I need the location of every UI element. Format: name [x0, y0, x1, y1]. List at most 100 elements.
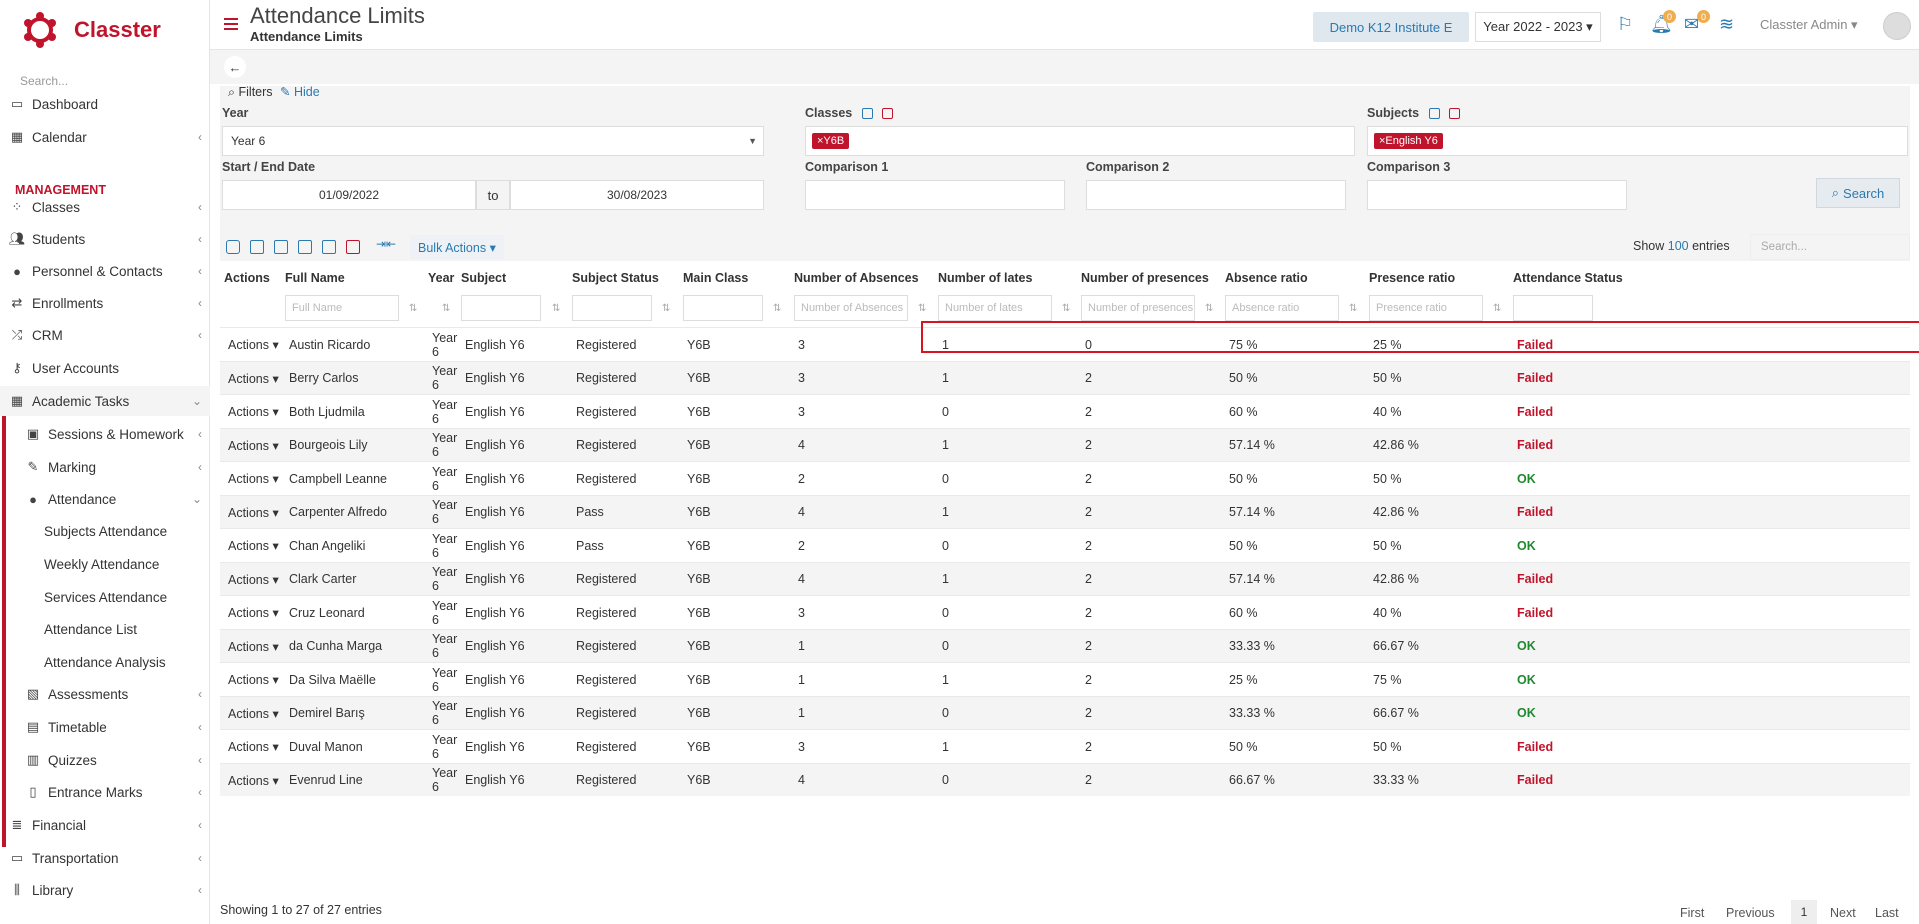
row-actions-dropdown[interactable]: Actions ▾ [228, 630, 279, 663]
comparison-2-input[interactable] [1086, 180, 1346, 210]
column-header-attendance-status[interactable]: Attendance Status [1513, 271, 1623, 285]
table-row[interactable]: Actions ▾ da Cunha Marga Year 6 English Y6 Re… [220, 628, 1910, 663]
year-selector[interactable]: Year 2022 - 2023 ▾ [1475, 12, 1601, 42]
sidebar-item-attendance-list[interactable]: Attendance List [0, 614, 210, 644]
row-actions-dropdown[interactable]: Actions ▾ [228, 429, 279, 462]
column-header-number-of-lates[interactable]: Number of lates [938, 271, 1032, 285]
sort-icon[interactable]: ⇅ [409, 303, 417, 314]
sort-icon[interactable]: ⇅ [1493, 303, 1501, 314]
select-all-classes-icon[interactable] [861, 108, 873, 120]
export-excel-icon[interactable] [274, 240, 288, 254]
collapse-columns-icon[interactable]: ⇥⇤ [376, 237, 396, 251]
table-search-input[interactable]: Search... [1750, 234, 1910, 260]
sidebar-item-attendance[interactable]: ● Attendance ⌄ [0, 484, 210, 514]
clear-subjects-icon[interactable] [1449, 108, 1461, 120]
sidebar-item-transportation[interactable]: ▭ Transportation ‹ [0, 843, 210, 873]
sidebar-item-library[interactable]: ⫼ Library ‹ [0, 875, 210, 905]
sidebar-item-enrollments[interactable]: ⇄ Enrollments ‹ [0, 288, 210, 318]
sidebar-item-subjects-attendance[interactable]: Subjects Attendance [0, 516, 210, 546]
pager-next[interactable]: Next [1830, 906, 1856, 920]
column-filter-input[interactable] [461, 295, 541, 321]
clear-classes-icon[interactable] [882, 108, 894, 120]
row-actions-dropdown[interactable]: Actions ▾ [228, 362, 279, 395]
row-actions-dropdown[interactable]: Actions ▾ [228, 563, 279, 596]
row-actions-dropdown[interactable]: Actions ▾ [228, 764, 279, 797]
sidebar-item-academic-tasks[interactable]: ▦ Academic Tasks ⌄ [0, 386, 210, 416]
table-row[interactable]: Actions ▾ Da Silva Maëlle Year 6 English Y6 R… [220, 662, 1910, 695]
sidebar-item-personnel-contacts[interactable]: ● Personnel & Contacts ‹ [0, 256, 210, 286]
column-filter-input[interactable]: Number of presences [1081, 295, 1195, 321]
column-header-year[interactable]: Year [428, 271, 454, 285]
avatar[interactable] [1883, 12, 1911, 40]
class-tag[interactable]: ×Y6B [812, 133, 850, 149]
table-row[interactable]: Actions ▾ Cruz Leonard Year 6 English Y6 Regi… [220, 595, 1910, 628]
search-button[interactable]: ⌕ Search [1816, 178, 1900, 208]
sort-icon[interactable]: ⇅ [1349, 303, 1357, 314]
hide-filters-link[interactable]: ✎ Hide [280, 85, 320, 99]
sort-icon[interactable]: ⇅ [1062, 303, 1070, 314]
sidebar-item-weekly-attendance[interactable]: Weekly Attendance [0, 549, 210, 579]
copy-icon[interactable] [298, 240, 312, 254]
pager-last[interactable]: Last [1875, 906, 1899, 920]
sidebar-item-attendance-analysis[interactable]: Attendance Analysis [0, 647, 210, 677]
column-filter-input[interactable]: Full Name [285, 295, 399, 321]
logo[interactable]: Classter [0, 0, 209, 60]
sort-icon[interactable]: ⇅ [1205, 303, 1213, 314]
sort-icon[interactable]: ⇅ [662, 303, 670, 314]
row-actions-dropdown[interactable]: Actions ▾ [228, 496, 279, 529]
sidebar-item-sessions-homework[interactable]: ▣ Sessions & Homework ‹ [0, 419, 210, 449]
column-header-main-class[interactable]: Main Class [683, 271, 748, 285]
end-date-input[interactable]: 30/08/2023 [510, 180, 764, 210]
sidebar-item-assessments[interactable]: ▧ Assessments ‹ [0, 679, 210, 709]
subject-tag[interactable]: ×English Y6 [1374, 133, 1443, 149]
table-row[interactable]: Actions ▾ Chan Angeliki Year 6 English Y6 Pas… [220, 528, 1910, 561]
column-header-number-of-presences[interactable]: Number of presences [1081, 271, 1209, 285]
sidebar-item-dashboard[interactable]: ▭ Dashboard [0, 89, 210, 119]
table-row[interactable]: Actions ▾ Both Ljudmila Year 6 English Y6 Reg… [220, 394, 1910, 427]
sidebar-item-user-accounts[interactable]: ⚷ User Accounts [0, 353, 210, 383]
flag-icon[interactable]: ⚐ [1617, 14, 1639, 36]
column-filter-input[interactable]: Absence ratio [1225, 295, 1339, 321]
sidebar-item-quizzes[interactable]: ▥ Quizzes ‹ [0, 745, 210, 775]
start-date-input[interactable]: 01/09/2022 [222, 180, 476, 210]
institute-button[interactable]: Demo K12 Institute E [1313, 12, 1469, 42]
row-actions-dropdown[interactable]: Actions ▾ [228, 328, 279, 361]
column-filter-input[interactable]: Presence ratio [1369, 295, 1483, 321]
year-select[interactable]: Year 6 ▼ [222, 126, 764, 156]
column-header-presence-ratio[interactable]: Presence ratio [1369, 271, 1455, 285]
table-row[interactable]: Actions ▾ Evenrud Line Year 6 English Y6 Regi… [220, 762, 1910, 797]
bulk-actions-button[interactable]: Bulk Actions ▾ [410, 235, 504, 259]
column-header-number-of-absences[interactable]: Number of Absences [794, 271, 919, 285]
filters-toggle[interactable]: ⌕ Filters ✎ Hide [228, 84, 320, 100]
column-filter-input[interactable]: Number of Absences [794, 295, 908, 321]
column-header-absence-ratio[interactable]: Absence ratio [1225, 271, 1308, 285]
table-row[interactable]: Actions ▾ Austin Ricardo Year 6 English Y6 Re… [220, 327, 1910, 360]
row-actions-dropdown[interactable]: Actions ▾ [228, 462, 279, 495]
user-menu[interactable]: Classter Admin ▾ [1760, 17, 1858, 33]
sidebar-item-financial[interactable]: ≣ Financial ‹ [0, 810, 210, 840]
export-csv-icon[interactable] [250, 240, 264, 254]
entries-count-select[interactable]: 100 [1668, 239, 1689, 253]
column-header-actions[interactable]: Actions [224, 271, 270, 285]
back-arrow-icon[interactable]: ← [224, 56, 246, 78]
classes-multiselect[interactable]: ×Y6B [805, 126, 1355, 156]
column-filter-input[interactable] [683, 295, 763, 321]
sidebar-item-services-attendance[interactable]: Services Attendance [0, 582, 210, 612]
pager-previous[interactable]: Previous [1726, 906, 1775, 920]
sort-icon[interactable]: ⇅ [552, 303, 560, 314]
table-row[interactable]: Actions ▾ Demirel Barış Year 6 English Y6 Reg… [220, 695, 1910, 729]
sidebar-item-calendar[interactable]: ▦ Calendar ‹ [0, 122, 210, 152]
pager-first[interactable]: First [1680, 906, 1704, 920]
column-filter-input[interactable] [1513, 295, 1593, 321]
row-actions-dropdown[interactable]: Actions ▾ [228, 730, 279, 763]
menu-toggle-icon[interactable] [224, 18, 238, 30]
comparison-1-input[interactable] [805, 180, 1065, 210]
table-row[interactable]: Actions ▾ Berry Carlos Year 6 English Y6 Regi… [220, 360, 1910, 395]
bell-icon[interactable]: 🔔︎ 0 [1650, 10, 1676, 36]
sidebar-item-marking[interactable]: ✎ Marking ‹ [0, 452, 210, 482]
sort-icon[interactable]: ⇅ [442, 303, 450, 314]
table-row[interactable]: Actions ▾ Clark Carter Year 6 English Y6 Regi… [220, 561, 1910, 596]
column-header-subject-status[interactable]: Subject Status [572, 271, 659, 285]
sidebar-item-timetable[interactable]: ▤ Timetable ‹ [0, 712, 210, 742]
row-actions-dropdown[interactable]: Actions ▾ [228, 395, 279, 428]
